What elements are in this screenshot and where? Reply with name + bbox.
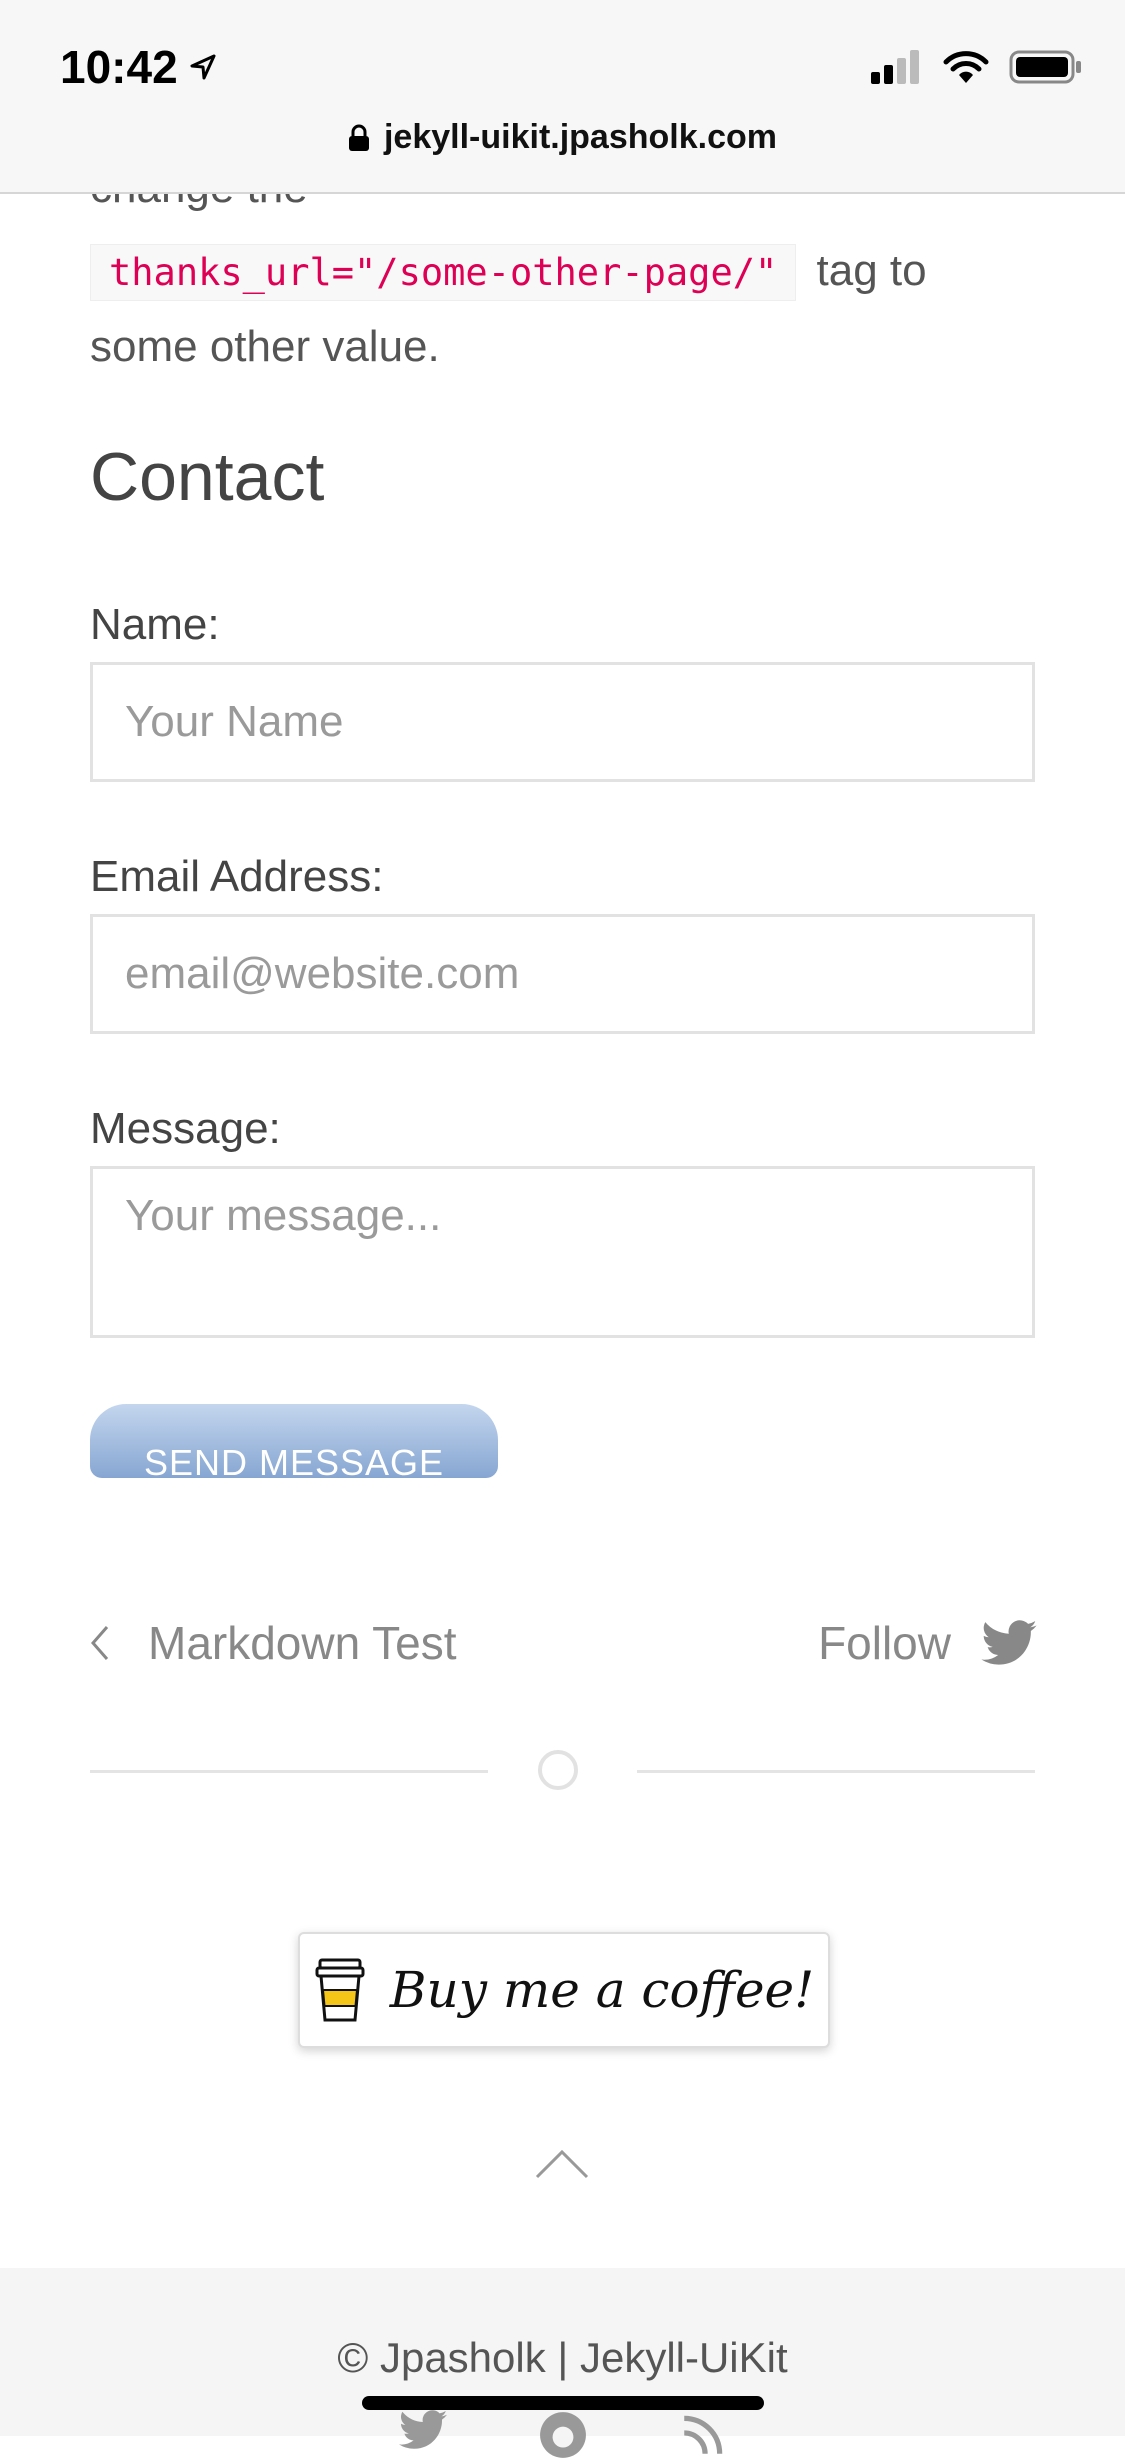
github-icon[interactable] <box>538 2410 588 2460</box>
chevron-left-icon <box>91 1626 109 1660</box>
footer-social-icons <box>0 2410 1125 2460</box>
address-bar[interactable]: jekyll-uikit.jpasholk.com <box>0 118 1125 161</box>
paragraph: thanks_url="/some-other-page/" tag to so… <box>90 234 1050 384</box>
status-time: 10:42 <box>60 40 218 94</box>
footer-copyright: © Jpasholk | Jekyll-UiKit <box>337 2334 788 2381</box>
name-label: Name: <box>90 600 220 649</box>
code-snippet: thanks_url="/some-other-page/" <box>90 244 797 301</box>
follow-link[interactable]: Follow <box>818 1616 1037 1670</box>
divider-left <box>90 1770 488 1773</box>
twitter-icon[interactable] <box>398 2410 448 2450</box>
battery-icon <box>1009 50 1081 84</box>
email-input[interactable] <box>90 914 1035 1034</box>
contact-heading: Contact <box>90 439 325 515</box>
back-to-top-button[interactable] <box>534 2148 590 2185</box>
message-label: Message: <box>90 1104 281 1153</box>
divider-circle <box>538 1750 578 1790</box>
location-arrow-icon <box>190 54 216 80</box>
name-input[interactable] <box>90 662 1035 782</box>
paragraph-text-line2: some other value. <box>90 322 440 371</box>
send-message-button[interactable]: SEND MESSAGE <box>90 1404 498 1478</box>
lock-icon <box>348 122 370 161</box>
url-text: jekyll-uikit.jpasholk.com <box>383 118 777 156</box>
coffee-cup-icon <box>315 1958 365 2022</box>
previous-post-link[interactable]: Markdown Test <box>90 1616 457 1670</box>
previous-post-label: Markdown Test <box>148 1617 457 1669</box>
buy-me-a-coffee-button[interactable]: Buy me a coffee! <box>298 1932 830 2048</box>
email-label: Email Address: <box>90 852 384 901</box>
divider-right <box>637 1770 1035 1773</box>
rss-icon[interactable] <box>678 2410 728 2460</box>
browser-top-bar: 10:42 jekyll-uikit.jpasholk.com <box>0 0 1125 194</box>
wifi-icon <box>943 51 989 83</box>
paragraph-text: tag to <box>816 246 927 295</box>
footer: © Jpasholk | Jekyll-UiKit <box>0 2268 1125 2458</box>
message-textarea[interactable] <box>90 1166 1035 1338</box>
coffee-button-label: Buy me a coffee! <box>389 1961 815 2019</box>
clock: 10:42 <box>60 41 178 93</box>
home-indicator <box>362 2396 764 2410</box>
status-icons <box>871 50 1083 84</box>
chevron-up-icon <box>535 2149 589 2179</box>
signal-icon <box>871 50 919 84</box>
twitter-icon <box>981 1620 1037 1665</box>
follow-label: Follow <box>818 1617 951 1669</box>
